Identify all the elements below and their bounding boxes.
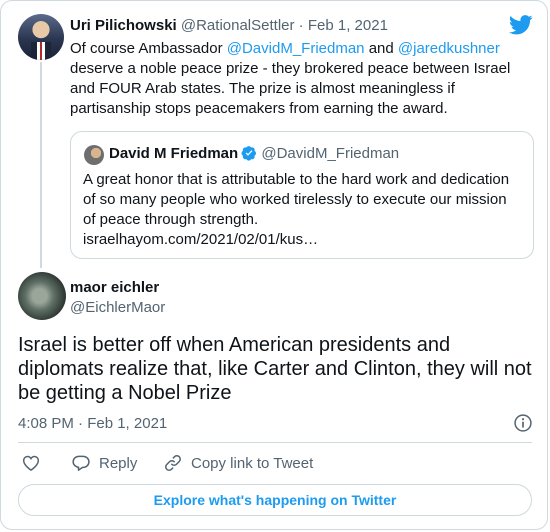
main-tweet-text: Israel is better off when American presi… bbox=[18, 334, 532, 404]
main-author-handle[interactable]: @EichlerMaor bbox=[70, 299, 165, 316]
parent-author-name[interactable]: Uri Pilichowski bbox=[70, 17, 177, 34]
parent-author-handle[interactable]: @RationalSettler bbox=[181, 17, 295, 34]
quoted-tweet[interactable]: David M Friedman @DavidM_Friedman A grea… bbox=[70, 131, 534, 259]
copy-link-label: Copy link to Tweet bbox=[191, 454, 314, 472]
link-icon bbox=[165, 455, 181, 471]
reply-bubble-icon bbox=[72, 455, 90, 471]
verified-badge-icon bbox=[241, 146, 257, 161]
quoted-tweet-text: A great honor that is attributable to th… bbox=[83, 170, 523, 250]
quoted-author-name: David M Friedman bbox=[109, 145, 239, 162]
main-author-avatar[interactable] bbox=[18, 272, 66, 320]
text-segment: Of course Ambassador bbox=[70, 40, 227, 57]
reply-button[interactable]: Reply bbox=[71, 453, 137, 473]
text-segment: deserve a noble peace prize - they broke… bbox=[70, 60, 511, 117]
text-segment: and bbox=[364, 40, 398, 57]
thread-line bbox=[40, 62, 42, 268]
parent-tweet-text: Of course Ambassador @DavidM_Friedman an… bbox=[70, 39, 530, 119]
parent-tweet-header: Uri Pilichowski @RationalSettler · Feb 1… bbox=[70, 17, 388, 34]
mention-link[interactable]: @jaredkushner bbox=[398, 40, 500, 57]
parent-tweet-date[interactable]: Feb 1, 2021 bbox=[308, 17, 388, 34]
copy-link-button[interactable]: Copy link to Tweet bbox=[163, 453, 313, 473]
quoted-author-handle: @DavidM_Friedman bbox=[261, 145, 400, 162]
explore-twitter-button[interactable]: Explore what's happening on Twitter bbox=[18, 484, 532, 516]
quoted-tweet-header: David M Friedman @DavidM_Friedman bbox=[109, 145, 399, 162]
parent-author-avatar[interactable] bbox=[18, 14, 64, 60]
divider bbox=[18, 442, 532, 443]
heart-icon bbox=[22, 455, 40, 471]
reply-label: Reply bbox=[99, 454, 138, 472]
header-separator: · bbox=[298, 17, 304, 34]
quoted-body: A great honor that is attributable to th… bbox=[83, 171, 510, 228]
main-tweet-timestamp[interactable]: 4:08 PM · Feb 1, 2021 bbox=[18, 415, 167, 432]
quoted-link: israelhayom.com/2021/02/01/kus… bbox=[83, 231, 319, 248]
embedded-tweet-card: Uri Pilichowski @RationalSettler · Feb 1… bbox=[0, 0, 548, 530]
main-author-name[interactable]: maor eichler bbox=[70, 279, 159, 296]
quoted-author-avatar bbox=[84, 145, 104, 165]
info-icon[interactable] bbox=[513, 413, 533, 433]
twitter-logo-icon[interactable] bbox=[509, 15, 533, 35]
like-button[interactable] bbox=[21, 453, 41, 473]
mention-link[interactable]: @DavidM_Friedman bbox=[227, 40, 365, 57]
